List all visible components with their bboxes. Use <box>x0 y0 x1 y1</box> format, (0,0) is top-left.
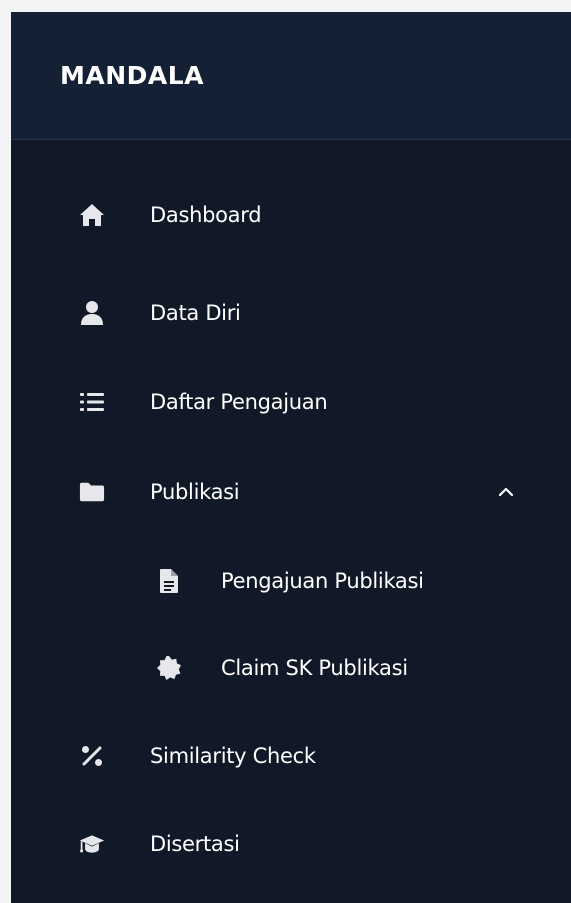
sidebar-item-label: Daftar Pengajuan <box>150 390 328 414</box>
sidebar-item-label: Similarity Check <box>150 744 316 768</box>
sidebar-item-dashboard[interactable]: Dashboard <box>11 187 571 243</box>
folder-icon <box>79 479 105 505</box>
chevron-up-icon[interactable] <box>495 481 517 503</box>
home-icon <box>79 202 105 228</box>
graduation-cap-icon <box>79 831 105 857</box>
brand-title: MANDALA <box>60 61 205 90</box>
sidebar-item-daftar-pengajuan[interactable]: Daftar Pengajuan <box>11 374 571 430</box>
sidebar-item-label: Disertasi <box>150 832 240 856</box>
user-icon <box>79 300 105 326</box>
file-icon <box>156 568 182 594</box>
certificate-icon <box>156 655 182 681</box>
sidebar-item-label: Data Diri <box>150 301 241 325</box>
list-icon <box>79 389 105 415</box>
sidebar-item-disertasi[interactable]: Disertasi <box>11 816 571 872</box>
sidebar-item-label: Claim SK Publikasi <box>221 656 408 680</box>
sidebar-subitem-claim-sk-publikasi[interactable]: Claim SK Publikasi <box>11 640 571 696</box>
sidebar-item-data-diri[interactable]: Data Diri <box>11 285 571 341</box>
sidebar-item-label: Pengajuan Publikasi <box>221 569 424 593</box>
sidebar: MANDALA Dashboard Data Diri Daftar Penga… <box>11 12 571 903</box>
sidebar-item-label: Publikasi <box>150 480 240 504</box>
sidebar-subitem-pengajuan-publikasi[interactable]: Pengajuan Publikasi <box>11 553 571 609</box>
percent-icon <box>79 743 105 769</box>
sidebar-item-label: Dashboard <box>150 203 262 227</box>
sidebar-item-similarity-check[interactable]: Similarity Check <box>11 728 571 784</box>
brand-header: MANDALA <box>11 12 571 140</box>
sidebar-item-publikasi[interactable]: Publikasi <box>11 464 571 520</box>
